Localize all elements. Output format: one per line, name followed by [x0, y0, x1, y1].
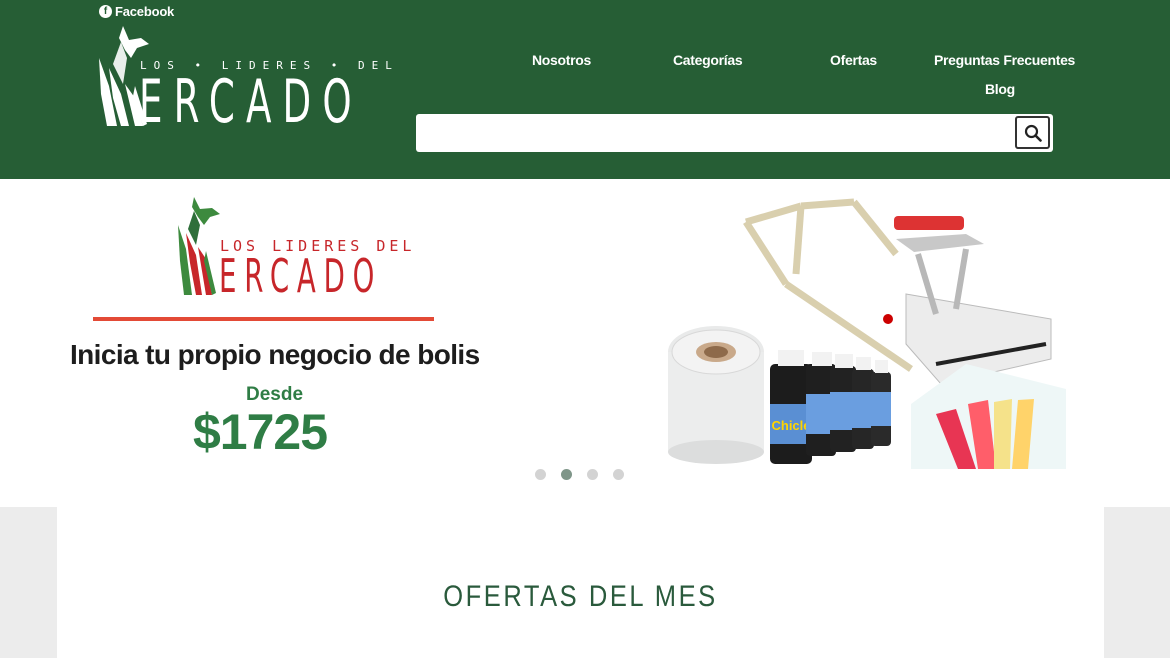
nav-ofertas[interactable]: Ofertas — [830, 52, 877, 68]
hero-logo-big-text: ERCADO — [219, 249, 383, 303]
product-label-text: Chicle — [771, 418, 810, 433]
hero-price: $1725 — [193, 404, 328, 460]
search-icon — [1024, 124, 1042, 142]
search-bar — [416, 114, 1053, 152]
offers-section: OFERTAS DEL MES — [0, 507, 1170, 658]
search-button[interactable] — [1015, 116, 1050, 149]
section-title: OFERTAS DEL MES — [443, 580, 718, 613]
facebook-label: Facebook — [115, 4, 175, 19]
nav-preguntas-frecuentes[interactable]: Preguntas Frecuentes — [934, 52, 1075, 68]
hero-slider[interactable]: LOS LIDERES DEL ERCADO Inicia tu propio … — [0, 179, 1170, 507]
slider-dot-1[interactable] — [535, 469, 546, 480]
search-input[interactable] — [416, 114, 1011, 152]
nav-nosotros[interactable]: Nosotros — [532, 52, 591, 68]
logo-big-text: ERCADO — [139, 67, 363, 137]
bottles: Chicle — [770, 350, 891, 464]
product-image: Chicle — [668, 198, 1066, 469]
facebook-icon: f — [99, 5, 112, 18]
hero-divider — [93, 317, 434, 321]
hero-headline: Inicia tu propio negocio de bolis — [70, 339, 480, 370]
hero-logo: LOS LIDERES DEL ERCADO — [176, 197, 411, 303]
slider-dot-4[interactable] — [613, 469, 624, 480]
facebook-link[interactable]: f Facebook — [99, 4, 174, 19]
offers-card: OFERTAS DEL MES — [57, 507, 1104, 658]
site-logo[interactable]: LOS • LIDERES • DEL ERCADO — [95, 24, 392, 137]
nav-blog[interactable]: Blog — [985, 81, 1015, 97]
site-header: f Facebook LOS • LIDERES • DEL ERCADO No… — [0, 0, 1170, 179]
slider-dots — [535, 469, 624, 480]
slider-dot-3[interactable] — [587, 469, 598, 480]
slider-dot-2[interactable] — [561, 469, 572, 480]
nav-categorias[interactable]: Categorías — [673, 52, 743, 68]
